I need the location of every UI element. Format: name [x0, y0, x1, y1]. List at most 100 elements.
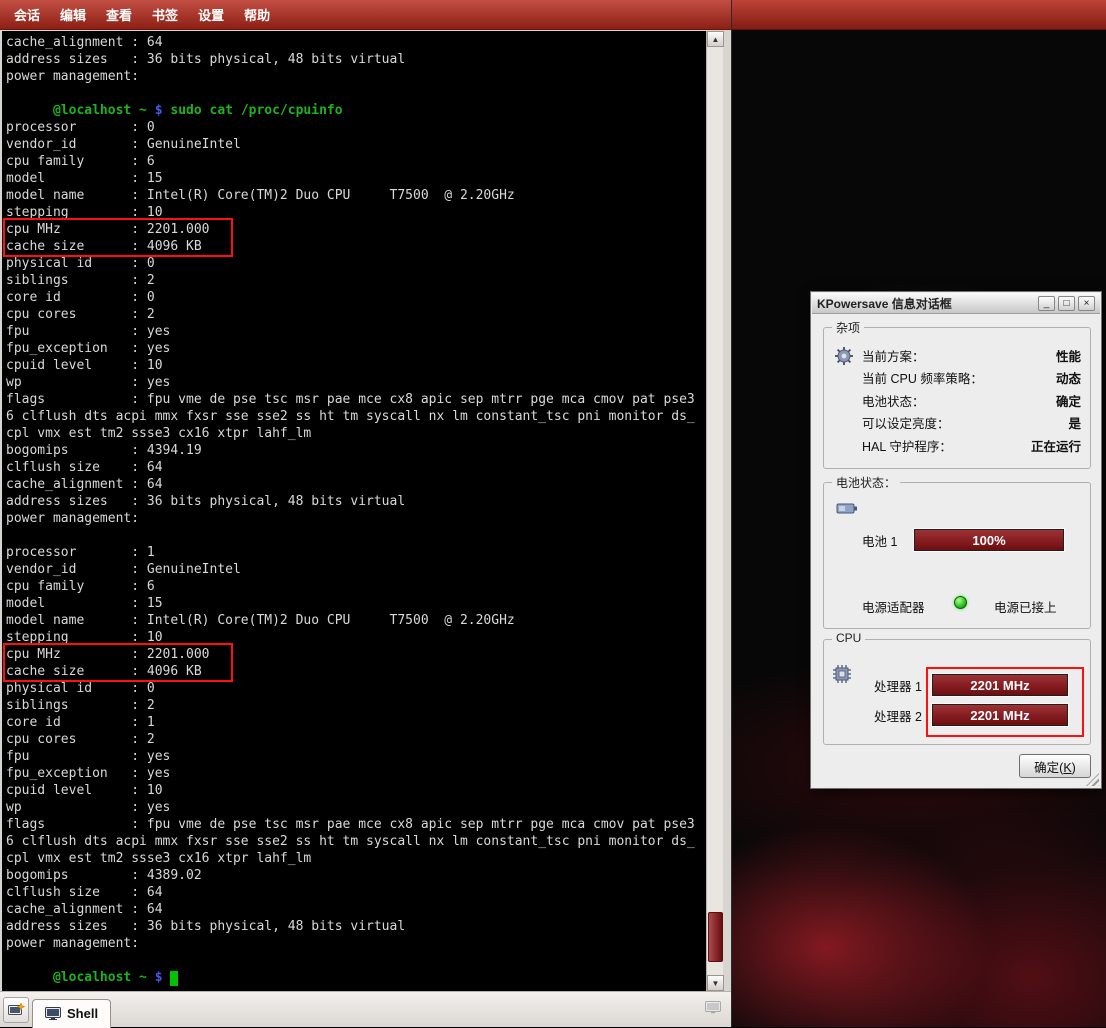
video-titlebar	[732, 0, 1106, 30]
terminal-line: 6 clflush dts acpi mmx fxsr sse sse2 ss …	[6, 833, 695, 850]
info-value: 是	[1068, 413, 1081, 432]
session-list-icon	[705, 1001, 721, 1014]
terminal-tabbar: Shell	[0, 991, 731, 1027]
desktop: 会话编辑查看书签设置帮助 cache_alignment : 64address…	[0, 0, 1106, 1027]
scroll-up-button[interactable]: ▲	[707, 31, 724, 47]
info-value: 动态	[1056, 368, 1081, 387]
battery-row: 电池 1 100%	[862, 529, 1064, 551]
terminal-line: model : 15	[6, 170, 695, 187]
menu-item-bookmarks[interactable]: 书签	[142, 0, 188, 29]
terminal-line: stepping : 10	[6, 204, 695, 221]
info-label: 可以设定亮度：	[862, 413, 950, 432]
terminal-line: cpu family : 6	[6, 578, 695, 595]
terminal-line: siblings : 2	[6, 697, 695, 714]
terminal-line: address sizes : 36 bits physical, 48 bit…	[6, 51, 695, 68]
terminal-line: model name : Intel(R) Core(TM)2 Duo CPU …	[6, 612, 695, 629]
battery-progressbar: 100%	[914, 529, 1064, 551]
group-cpu-title: CPU	[832, 631, 865, 645]
terminal-line: cache size : 4096 KB	[6, 238, 695, 255]
gear-icon	[834, 346, 854, 369]
prompt-user-redacted	[6, 970, 53, 985]
terminal-line: cache size : 4096 KB	[6, 663, 695, 680]
cpu-frequency-value: 2201 MHz	[933, 675, 1067, 695]
terminal-menubar: 会话编辑查看书签设置帮助	[0, 0, 731, 30]
terminal-line: cpu MHz : 2201.000	[6, 646, 695, 663]
info-value: 确定	[1056, 391, 1081, 410]
terminal-line: cpuid level : 10	[6, 357, 695, 374]
battery-percent: 100%	[915, 530, 1063, 550]
new-session-icon	[8, 1003, 25, 1017]
menu-item-edit[interactable]: 编辑	[50, 0, 96, 29]
terminal-line: physical id : 0	[6, 255, 695, 272]
terminal-line: stepping : 10	[6, 629, 695, 646]
info-label: 当前方案：	[862, 346, 925, 365]
close-button[interactable]: ×	[1078, 296, 1095, 311]
info-row-battery-state: 电池状态：确定	[862, 389, 1081, 412]
power-led-icon	[954, 596, 967, 609]
terminal-line: model name : Intel(R) Core(TM)2 Duo CPU …	[6, 187, 695, 204]
info-row-cpu-policy: 当前 CPU 频率策略：动态	[862, 367, 1081, 390]
terminal-line: vendor_id : GenuineIntel	[6, 136, 695, 153]
info-value: 正在运行	[1031, 436, 1081, 455]
info-row-brightness: 可以设定亮度： 是	[862, 412, 1081, 435]
info-row-scheme: 当前方案： 性能	[862, 344, 1081, 367]
konsole-window: 会话编辑查看书签设置帮助 cache_alignment : 64address…	[0, 0, 731, 1027]
ok-button[interactable]: 确定(K)	[1019, 754, 1091, 778]
cpu-row-processor-2: 处理器 22201 MHz	[874, 700, 1068, 730]
terminal-line	[6, 952, 695, 969]
terminal-line: clflush size : 64	[6, 459, 695, 476]
terminal-line: address sizes : 36 bits physical, 48 bit…	[6, 918, 695, 935]
prompt-host: @localhost ~	[53, 970, 155, 985]
session-list-button[interactable]	[705, 1001, 721, 1019]
terminal-line: @localhost ~ $	[6, 969, 695, 986]
terminal-line: cpu cores : 2	[6, 306, 695, 323]
terminal-line: 6 clflush dts acpi mmx fxsr sse sse2 ss …	[6, 408, 695, 425]
cpu-frequency-bar: 2201 MHz	[932, 674, 1068, 696]
menu-item-help[interactable]: 帮助	[234, 0, 280, 29]
maximize-button[interactable]: □	[1058, 296, 1075, 311]
terminal-line: power management:	[6, 68, 695, 85]
minimize-button[interactable]: _	[1038, 296, 1055, 311]
misc-status-list: 当前方案： 性能当前 CPU 频率策略：动态电池状态：确定可以设定亮度： 是 HAL …	[862, 344, 1081, 457]
scrollbar-thumb[interactable]	[708, 912, 723, 962]
terminal-line: physical id : 0	[6, 680, 695, 697]
terminal-line: cache_alignment : 64	[6, 901, 695, 918]
dialog-titlebar[interactable]: KPowersave 信息对话框 _□×	[812, 293, 1100, 314]
terminal-line: fpu : yes	[6, 748, 695, 765]
window-controls: _□×	[1035, 296, 1095, 311]
terminal-line: bogomips : 4389.02	[6, 867, 695, 884]
battery-icon	[836, 501, 858, 518]
terminal-line: clflush size : 64	[6, 884, 695, 901]
tab-label: Shell	[67, 1006, 98, 1021]
terminal-line: cpl vmx est tm2 ssse3 cx16 xtpr lahf_lm	[6, 850, 695, 867]
tab-shell[interactable]: Shell	[32, 999, 111, 1028]
terminal-monitor-icon	[45, 1007, 61, 1020]
ok-accel: K	[1063, 761, 1071, 775]
terminal-line: siblings : 2	[6, 272, 695, 289]
info-row-hal-daemon: HAL 守护程序：正在运行	[862, 434, 1081, 457]
menu-item-session[interactable]: 会话	[4, 0, 50, 29]
group-misc-title: 杂项	[832, 319, 864, 336]
new-session-button[interactable]	[3, 997, 29, 1023]
menu-item-view[interactable]: 查看	[96, 0, 142, 29]
terminal-line: core id : 1	[6, 714, 695, 731]
terminal-line: cache_alignment : 64	[6, 476, 695, 493]
processor-label: 处理器 2	[874, 706, 932, 725]
terminal-line	[6, 85, 695, 102]
scroll-down-button[interactable]: ▼	[707, 975, 724, 991]
terminal-scrollbar[interactable]: ▲ ▼	[706, 31, 723, 991]
group-misc: 杂项 当前方案：性能当前 CPU 频率策略：动态电池状态：确定可以设定亮度：是H…	[823, 327, 1091, 469]
ok-label-suffix: )	[1072, 761, 1076, 775]
terminal-output: cache_alignment : 64address sizes : 36 b…	[6, 34, 695, 986]
prompt-command: sudo cat /proc/cpuinfo	[170, 103, 342, 118]
info-value: 性能	[1056, 346, 1081, 365]
terminal-line: cpl vmx est tm2 ssse3 cx16 xtpr lahf_lm	[6, 425, 695, 442]
terminal-line: cpu family : 6	[6, 153, 695, 170]
terminal-screen[interactable]: cache_alignment : 64address sizes : 36 b…	[2, 31, 706, 991]
terminal-line	[6, 527, 695, 544]
terminal-line: flags : fpu vme de pse tsc msr pae mce c…	[6, 816, 695, 833]
menu-item-settings[interactable]: 设置	[188, 0, 234, 29]
terminal-line: processor : 0	[6, 119, 695, 136]
terminal-line: address sizes : 36 bits physical, 48 bit…	[6, 493, 695, 510]
prompt-symbol: $	[155, 970, 171, 985]
